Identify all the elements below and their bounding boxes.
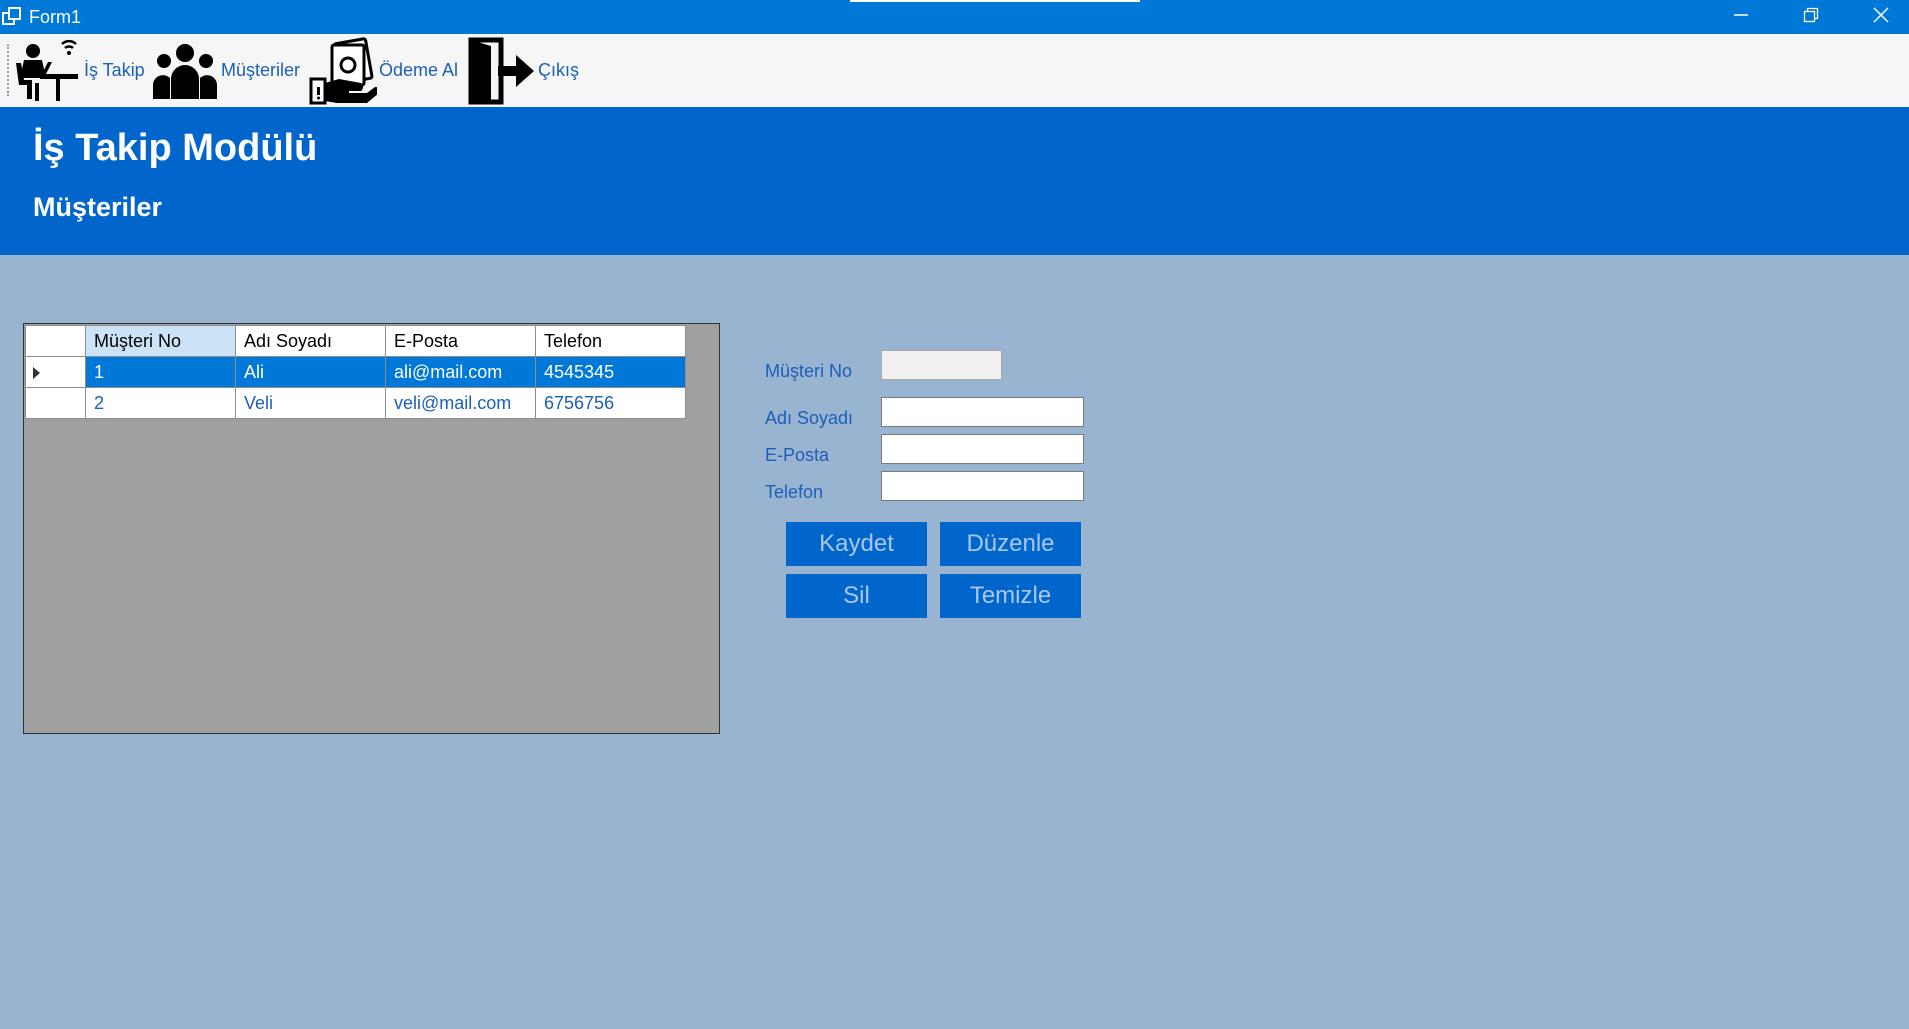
window-title: Form1 (29, 7, 82, 27)
cell-musteri-no[interactable]: 2 (85, 387, 236, 419)
toolbar-item-cikis[interactable]: Çıkış (468, 34, 579, 107)
cell-e-posta[interactable]: veli@mail.com (385, 387, 536, 419)
telefon-label: Telefon (765, 482, 824, 502)
close-button[interactable] (1846, 0, 1909, 34)
column-header-e-posta[interactable]: E-Posta (385, 325, 536, 357)
payment-cash-icon (309, 36, 377, 105)
musteri-no-label: Müşteri No (765, 361, 853, 381)
adi-soyadi-label: Adı Soyadı (765, 408, 854, 428)
toolbar-item-label: Ödeme Al (379, 60, 459, 80)
toolbar-item-label: İş Takip (84, 60, 145, 80)
customers-grid[interactable]: Müşteri No Adı Soyadı E-Posta Telefon 1 … (23, 323, 720, 734)
page-subtitle: Müşteriler (33, 192, 163, 222)
close-icon (1873, 6, 1889, 28)
table-header-row: Müşteri No Adı Soyadı E-Posta Telefon (25, 325, 686, 357)
cell-telefon[interactable]: 6756756 (535, 387, 686, 419)
telefon-field[interactable] (881, 471, 1084, 501)
cell-adi-soyadi[interactable]: Ali (235, 356, 386, 388)
minimize-icon (1733, 7, 1749, 28)
column-header-telefon[interactable]: Telefon (535, 325, 686, 357)
toolbar-item-label: Müşteriler (221, 60, 301, 80)
cell-telefon[interactable]: 4545345 (535, 356, 686, 388)
customers-table: Müşteri No Adı Soyadı E-Posta Telefon 1 … (25, 325, 686, 419)
app-window-icon (2, 7, 22, 27)
window-titlebar: Form1 (0, 0, 1909, 34)
musteri-no-field[interactable] (881, 350, 1002, 380)
grid-corner-cell[interactable] (25, 325, 86, 357)
current-row-arrow-icon (33, 367, 40, 379)
toolbar: İş Takip Müşteriler Ödeme Al Çıkış (0, 34, 1909, 107)
table-row[interactable]: 2 Veli veli@mail.com 6756756 (25, 387, 686, 419)
row-header[interactable] (25, 387, 86, 419)
worker-desk-icon (12, 38, 82, 104)
kaydet-button[interactable]: Kaydet (786, 522, 927, 566)
row-header[interactable] (25, 356, 86, 388)
sil-button[interactable]: Sil (786, 574, 927, 618)
adi-soyadi-field[interactable] (881, 397, 1084, 427)
page-title: İş Takip Modülü (33, 127, 318, 169)
column-header-musteri-no[interactable]: Müşteri No (85, 325, 236, 357)
e-posta-field[interactable] (881, 434, 1084, 464)
toolbar-item-is-takip[interactable]: İş Takip (12, 34, 145, 107)
column-header-adi-soyadi[interactable]: Adı Soyadı (235, 325, 386, 357)
duzenle-button[interactable]: Düzenle (940, 522, 1081, 566)
table-row[interactable]: 1 Ali ali@mail.com 4545345 (25, 356, 686, 388)
exit-door-icon (468, 37, 536, 105)
toolbar-item-label: Çıkış (538, 60, 580, 80)
restore-button[interactable] (1776, 0, 1846, 34)
cell-e-posta[interactable]: ali@mail.com (385, 356, 536, 388)
titlebar-accent-line (850, 0, 1140, 2)
page-header: İş Takip Modülü Müşteriler (0, 107, 1909, 255)
cell-adi-soyadi[interactable]: Veli (235, 387, 386, 419)
toolbar-item-odeme-al[interactable]: Ödeme Al (309, 34, 458, 107)
users-group-icon (151, 41, 219, 101)
toolbar-item-musteriler[interactable]: Müşteriler (151, 34, 300, 107)
temizle-button[interactable]: Temizle (940, 574, 1081, 618)
minimize-button[interactable] (1706, 0, 1776, 34)
cell-musteri-no[interactable]: 1 (85, 356, 236, 388)
restore-icon (1803, 7, 1819, 28)
e-posta-label: E-Posta (765, 445, 830, 465)
